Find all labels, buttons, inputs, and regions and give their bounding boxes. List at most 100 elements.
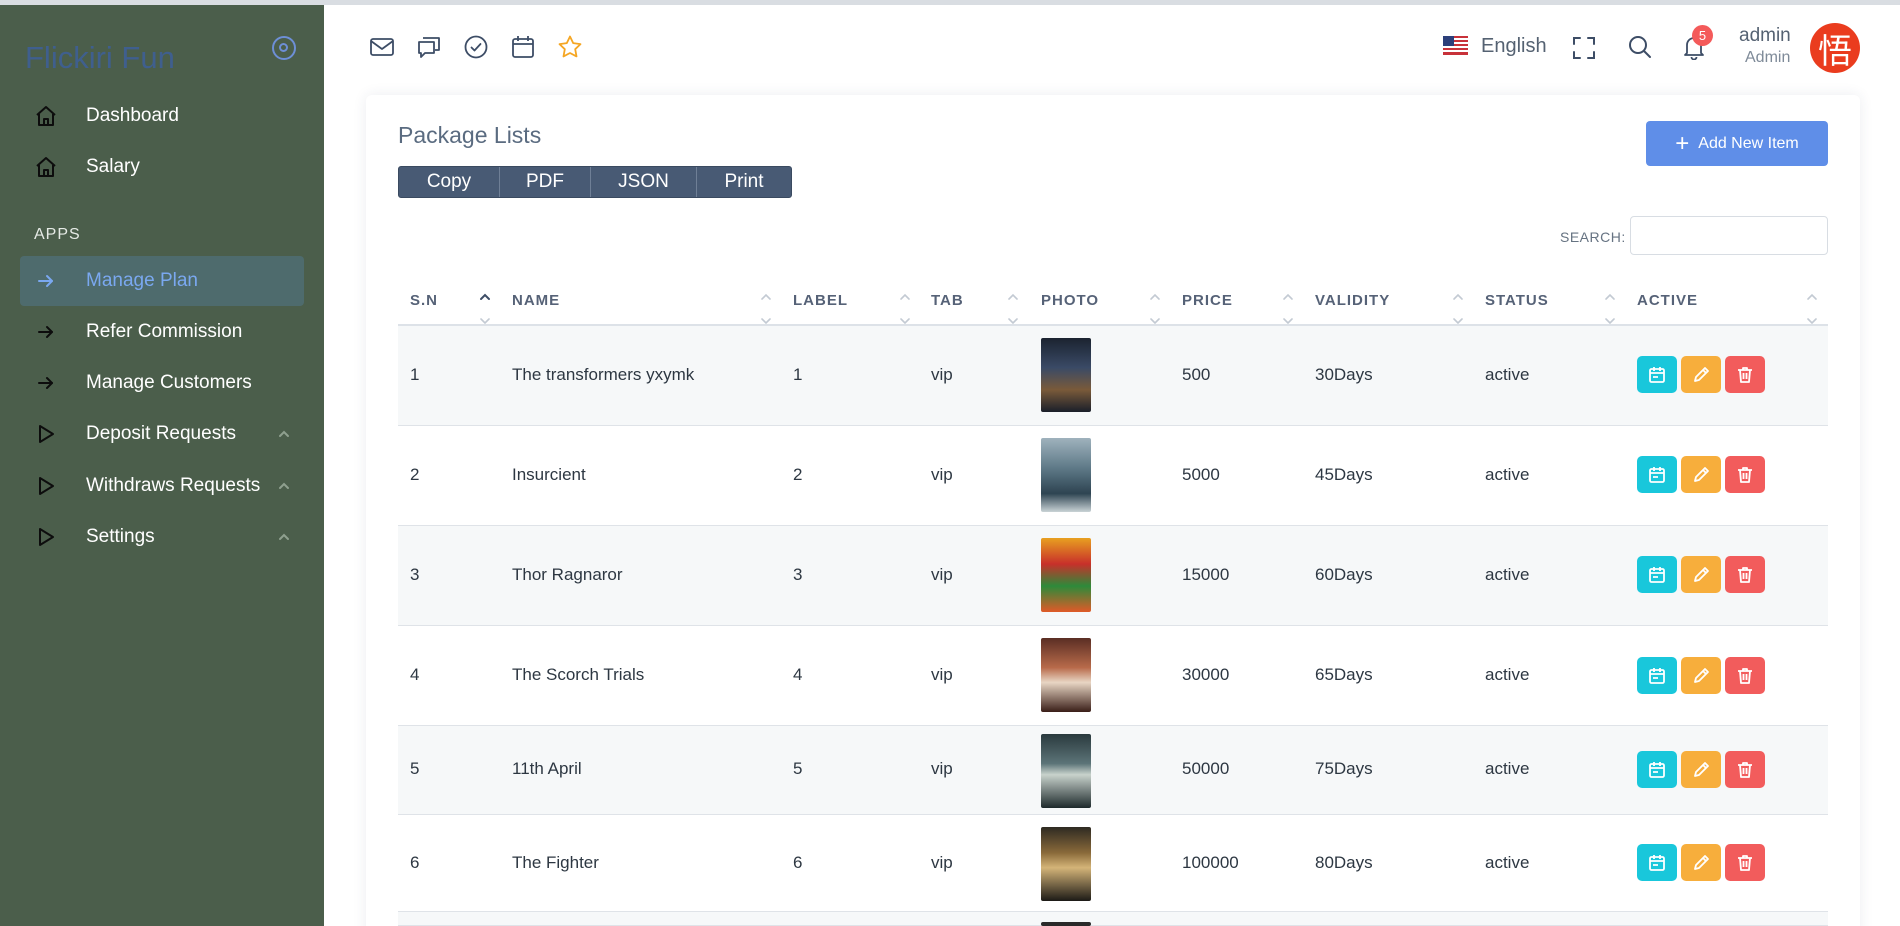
- package-photo[interactable]: [1041, 827, 1091, 901]
- brand-logo[interactable]: Flickiri Fun: [25, 40, 175, 76]
- view-button[interactable]: [1637, 456, 1677, 493]
- package-photo[interactable]: [1041, 638, 1091, 712]
- cell-price: 50000: [1182, 759, 1230, 778]
- search-icon[interactable]: [1627, 34, 1653, 60]
- print-button[interactable]: Print: [697, 167, 791, 197]
- cell-validity: 45Days: [1315, 465, 1373, 484]
- json-button[interactable]: JSON: [591, 167, 697, 197]
- cell-price: 5000: [1182, 465, 1220, 484]
- cell-label: 6: [793, 853, 803, 872]
- edit-button[interactable]: [1681, 556, 1721, 593]
- avatar[interactable]: 悟: [1810, 23, 1860, 73]
- pencil-icon: [1694, 366, 1709, 382]
- package-photo[interactable]: [1041, 338, 1091, 412]
- sidebar-item-dashboard[interactable]: Dashboard: [20, 91, 304, 141]
- column-header-price[interactable]: PRICE: [1182, 292, 1233, 309]
- delete-button[interactable]: [1725, 657, 1765, 694]
- package-photo[interactable]: [1041, 922, 1091, 926]
- edit-button[interactable]: [1681, 657, 1721, 694]
- cell-label: 4: [793, 665, 803, 684]
- cell-validity: 65Days: [1315, 665, 1373, 684]
- view-button[interactable]: [1637, 751, 1677, 788]
- sidebar-item-salary[interactable]: Salary: [20, 142, 304, 192]
- notification-badge: 5: [1692, 25, 1713, 46]
- cell-validity: 75Days: [1315, 759, 1373, 778]
- column-header-tab[interactable]: TAB: [931, 292, 964, 309]
- table-row: [398, 912, 1828, 926]
- edit-button[interactable]: [1681, 356, 1721, 393]
- package-photo[interactable]: [1041, 538, 1091, 612]
- trash-icon: [1738, 761, 1752, 778]
- cell-name: The transformers yxymk: [512, 365, 695, 384]
- sidebar-item-manage-plan[interactable]: Manage Plan: [20, 256, 304, 306]
- delete-button[interactable]: [1725, 751, 1765, 788]
- check-circle-icon[interactable]: [463, 34, 489, 60]
- view-button[interactable]: [1637, 844, 1677, 881]
- sort-icon[interactable]: [1282, 292, 1294, 324]
- delete-button[interactable]: [1725, 556, 1765, 593]
- column-header-name[interactable]: NAME: [512, 292, 560, 309]
- plus-icon: +: [1675, 129, 1690, 157]
- cell-sn: 4: [410, 665, 420, 684]
- column-header-status[interactable]: STATUS: [1485, 292, 1549, 309]
- mail-icon[interactable]: [369, 34, 395, 60]
- edit-button[interactable]: [1681, 844, 1721, 881]
- language-selector[interactable]: English: [1481, 35, 1547, 58]
- sort-icon[interactable]: [1007, 292, 1019, 324]
- delete-button[interactable]: [1725, 356, 1765, 393]
- sort-icon[interactable]: [899, 292, 911, 324]
- sort-icon[interactable]: [1149, 292, 1161, 324]
- us-flag-icon[interactable]: [1443, 36, 1468, 55]
- home-icon: [34, 155, 58, 179]
- calendar-icon[interactable]: [510, 34, 536, 60]
- column-header-sn[interactable]: S.N: [410, 292, 438, 309]
- package-photo[interactable]: [1041, 734, 1091, 808]
- view-button[interactable]: [1637, 657, 1677, 694]
- delete-button[interactable]: [1725, 456, 1765, 493]
- chat-icon[interactable]: [416, 34, 442, 60]
- sort-icon[interactable]: [1806, 292, 1818, 324]
- add-new-item-label: Add New Item: [1698, 134, 1799, 152]
- sort-icon[interactable]: [760, 292, 772, 324]
- view-button[interactable]: [1637, 556, 1677, 593]
- chevron-up-icon[interactable]: [276, 529, 292, 545]
- sidebar-item-deposit-requests[interactable]: Deposit Requests: [20, 409, 304, 459]
- sidebar-item-settings[interactable]: Settings: [20, 512, 304, 562]
- sidebar-item-withdraws-requests[interactable]: Withdraws Requests: [20, 461, 304, 511]
- edit-button[interactable]: [1681, 751, 1721, 788]
- chevron-up-icon[interactable]: [276, 478, 292, 494]
- play-triangle-icon: [34, 474, 58, 498]
- sidebar-toggle-icon[interactable]: [272, 36, 296, 60]
- column-header-photo[interactable]: PHOTO: [1041, 292, 1099, 309]
- chevron-up-icon[interactable]: [276, 426, 292, 442]
- column-header-label[interactable]: LABEL: [793, 292, 848, 309]
- calendar-icon: [1649, 566, 1665, 583]
- edit-button[interactable]: [1681, 456, 1721, 493]
- package-photo[interactable]: [1041, 438, 1091, 512]
- sidebar-item-refer-commission[interactable]: Refer Commission: [20, 307, 304, 357]
- sort-icon[interactable]: [1452, 292, 1464, 324]
- delete-button[interactable]: [1725, 844, 1765, 881]
- search-input[interactable]: [1630, 216, 1828, 255]
- sidebar-item-label: Withdraws Requests: [86, 475, 261, 496]
- cell-label: 2: [793, 465, 803, 484]
- sidebar-item-manage-customers[interactable]: Manage Customers: [20, 358, 304, 408]
- sort-icon[interactable]: [1604, 292, 1616, 324]
- column-header-active[interactable]: ACTIVE: [1637, 292, 1698, 309]
- column-header-validity[interactable]: VALIDITY: [1315, 292, 1390, 309]
- cell-validity: 30Days: [1315, 365, 1373, 384]
- user-name[interactable]: admin: [1739, 25, 1791, 47]
- cell-price: 500: [1182, 365, 1211, 384]
- add-new-item-button[interactable]: + Add New Item: [1646, 121, 1828, 166]
- pencil-icon: [1694, 854, 1709, 870]
- sort-icon[interactable]: [479, 292, 491, 324]
- pencil-icon: [1694, 667, 1709, 683]
- copy-button[interactable]: Copy: [399, 167, 500, 197]
- cell-label: 5: [793, 759, 803, 778]
- cell-tab: vip: [931, 665, 953, 684]
- pdf-button[interactable]: PDF: [500, 167, 591, 197]
- view-button[interactable]: [1637, 356, 1677, 393]
- fullscreen-icon[interactable]: [1571, 35, 1597, 61]
- star-icon[interactable]: [557, 34, 583, 60]
- sidebar-item-label: Dashboard: [86, 105, 179, 126]
